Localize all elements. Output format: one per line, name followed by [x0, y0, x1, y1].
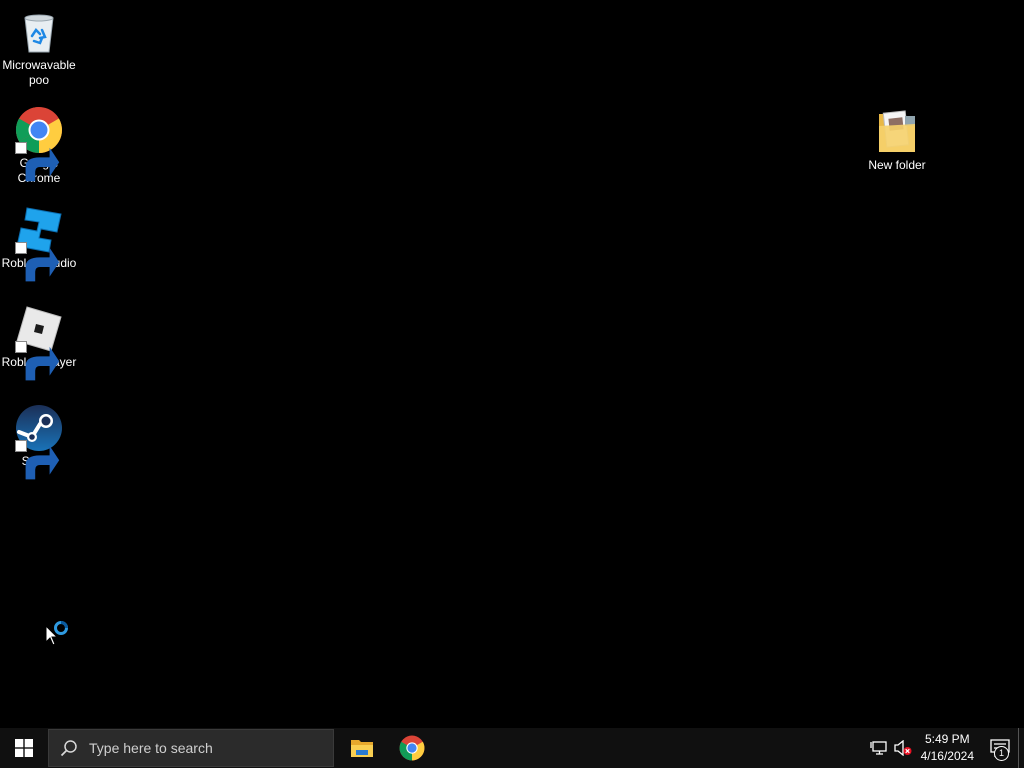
search-placeholder: Type here to search	[89, 740, 213, 756]
desktop-icon-new-folder[interactable]: New folder	[858, 108, 936, 173]
file-explorer-icon	[351, 740, 373, 757]
shortcut-arrow-icon	[15, 142, 60, 182]
network-icon[interactable]	[867, 728, 891, 768]
busy-spinner-icon	[54, 621, 68, 635]
desktop-icon-roblox-player[interactable]: Roblox Player	[0, 305, 78, 381]
windows-logo-icon	[15, 739, 33, 757]
desktop-icon-recycle-bin[interactable]: Microwavable poo	[0, 8, 78, 88]
roblox-studio-icon	[15, 206, 63, 282]
system-tray: 5:49 PM 4/16/2024 1	[867, 728, 1024, 768]
start-button[interactable]	[0, 728, 48, 768]
chrome-icon	[15, 106, 63, 182]
shortcut-arrow-icon	[15, 440, 60, 480]
desktop[interactable]: Microwavable poo Google Chrome	[0, 0, 1024, 728]
recycle-bin-icon	[15, 8, 63, 56]
taskbar-file-explorer-button[interactable]	[338, 728, 386, 768]
shortcut-arrow-icon	[15, 242, 60, 282]
search-input[interactable]: Type here to search	[48, 729, 334, 767]
desktop-icon-label: New folder	[868, 158, 926, 172]
taskbar: Type here to search 5:49 PM 4/16/2024 1	[0, 728, 1024, 768]
desktop-icon-roblox-studio[interactable]: Roblox Studio	[0, 206, 78, 282]
clock[interactable]: 5:49 PM 4/16/2024	[915, 731, 982, 765]
desktop-icon-label: Microwavable poo	[2, 58, 76, 87]
desktop-icon-chrome[interactable]: Google Chrome	[0, 106, 78, 186]
desktop-icon-steam[interactable]: Steam	[0, 404, 78, 480]
shortcut-arrow-icon	[15, 341, 60, 381]
search-icon	[49, 739, 89, 757]
show-desktop-button[interactable]	[1018, 728, 1024, 768]
chrome-icon	[399, 735, 425, 761]
volume-muted-icon[interactable]	[891, 728, 915, 768]
clock-time: 5:49 PM	[924, 732, 970, 746]
steam-icon	[15, 404, 63, 480]
taskbar-chrome-button[interactable]	[388, 728, 436, 768]
notification-count-badge: 1	[994, 746, 1009, 761]
roblox-player-icon	[15, 305, 63, 381]
action-center-button[interactable]: 1	[982, 728, 1018, 768]
clock-date: 4/16/2024	[920, 749, 974, 763]
folder-icon	[873, 108, 921, 156]
